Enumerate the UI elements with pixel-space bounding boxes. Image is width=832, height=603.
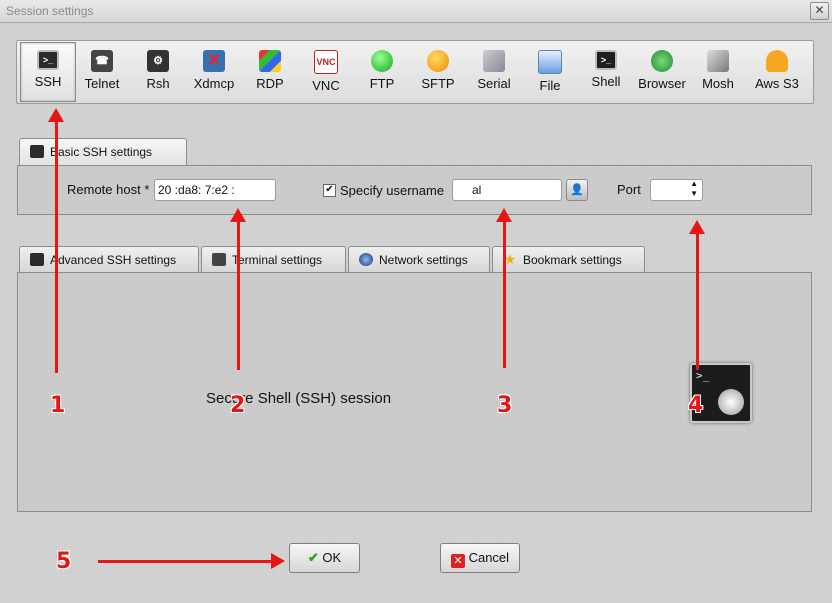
close-icon: ✕ bbox=[814, 3, 825, 17]
browser-icon bbox=[651, 50, 673, 72]
basic-settings-panel: Remote host * 20 :da8: 7:e2 : ✔ Specify … bbox=[17, 165, 812, 215]
aws-s3-icon bbox=[766, 50, 788, 72]
spinner-arrows-icon[interactable]: ▲ ▼ bbox=[690, 179, 698, 199]
remote-host-input[interactable]: 20 :da8: 7:e2 : bbox=[154, 179, 276, 201]
tab-label: Network settings bbox=[379, 253, 468, 267]
username-value: al bbox=[472, 183, 482, 197]
ok-label: OK bbox=[322, 550, 342, 565]
close-button[interactable]: ✕ bbox=[810, 2, 829, 20]
cancel-label: Cancel bbox=[468, 550, 510, 565]
cancel-button[interactable]: ✕ Cancel bbox=[440, 543, 520, 573]
session-type-label: Shell bbox=[591, 74, 621, 89]
tab-network-settings[interactable]: Network settings bbox=[348, 246, 490, 272]
port-label: Port bbox=[617, 182, 641, 197]
session-type-label: VNC bbox=[312, 78, 340, 93]
ok-button[interactable]: ✔ OK bbox=[289, 543, 360, 573]
ssh-terminal-icon bbox=[30, 145, 44, 158]
tab-advanced-ssh-settings[interactable]: Advanced SSH settings bbox=[19, 246, 199, 272]
session-type-label: Telnet bbox=[84, 76, 120, 91]
rsh-icon: ⚙ bbox=[147, 50, 169, 72]
ssh-terminal-icon: >_ bbox=[37, 50, 59, 70]
annotation-number-2: 2 bbox=[230, 393, 246, 418]
keys-icon bbox=[718, 389, 744, 415]
session-type-label: File bbox=[539, 78, 561, 93]
session-type-label: SSH bbox=[34, 74, 62, 89]
tab-label: Terminal settings bbox=[232, 253, 323, 267]
arrowhead-right-icon bbox=[271, 553, 285, 569]
annotation-arrow-4 bbox=[696, 230, 699, 370]
session-type-shell[interactable]: >_ Shell bbox=[579, 43, 633, 101]
session-type-label: RDP bbox=[256, 76, 284, 91]
annotation-arrow-5 bbox=[98, 560, 273, 563]
arrowhead-up-icon bbox=[48, 108, 64, 122]
tab-bookmark-settings[interactable]: ★ Bookmark settings bbox=[492, 246, 645, 272]
file-icon bbox=[538, 50, 562, 74]
annotation-number-3: 3 bbox=[497, 393, 513, 418]
session-type-vnc[interactable]: VNC VNC bbox=[299, 43, 353, 101]
session-type-rdp[interactable]: RDP bbox=[243, 43, 297, 101]
session-type-ftp[interactable]: FTP bbox=[355, 43, 409, 101]
annotation-arrow-3 bbox=[503, 218, 506, 368]
user-manager-button[interactable]: 👤 bbox=[566, 179, 588, 201]
annotation-number-4: 4 bbox=[688, 393, 704, 418]
terminal-prompt: >_ bbox=[696, 369, 710, 382]
session-type-label: Serial bbox=[477, 76, 511, 91]
session-type-label: Rsh bbox=[146, 76, 170, 91]
arrowhead-up-icon bbox=[230, 208, 246, 222]
user-icon: 👤 bbox=[570, 184, 584, 196]
remote-host-value: 20 :da8: 7:e2 : bbox=[158, 183, 235, 197]
username-input[interactable]: al bbox=[452, 179, 562, 201]
shell-icon: >_ bbox=[595, 50, 617, 70]
session-type-toolbar: >_ SSH ☎ Telnet ⚙ Rsh ✕ Xdmcp RDP VNC VN… bbox=[16, 40, 814, 104]
title-bar: Session settings ✕ bbox=[0, 0, 832, 23]
session-type-label: Aws S3 bbox=[755, 76, 799, 91]
session-type-label: SFTP bbox=[421, 76, 455, 91]
rdp-icon bbox=[259, 50, 281, 72]
session-type-browser[interactable]: Browser bbox=[635, 43, 689, 101]
vnc-icon: VNC bbox=[314, 50, 338, 74]
sftp-icon bbox=[427, 50, 449, 72]
network-globe-icon bbox=[359, 253, 373, 266]
arrowhead-up-icon bbox=[496, 208, 512, 222]
advanced-settings-panel: Secure Shell (SSH) session >_ bbox=[17, 272, 812, 512]
checkmark-icon: ✔ bbox=[307, 550, 319, 565]
arrowhead-up-icon bbox=[689, 220, 705, 234]
session-type-label: Browser bbox=[638, 76, 686, 91]
window-title: Session settings bbox=[6, 4, 94, 18]
mosh-icon bbox=[707, 50, 729, 72]
session-type-xdmcp[interactable]: ✕ Xdmcp bbox=[187, 43, 241, 101]
specify-username-label: Specify username bbox=[340, 183, 445, 198]
telnet-icon: ☎ bbox=[91, 50, 113, 72]
session-type-rsh[interactable]: ⚙ Rsh bbox=[131, 43, 185, 101]
tab-label: Basic SSH settings bbox=[50, 145, 153, 159]
tab-basic-ssh-settings[interactable]: Basic SSH settings bbox=[19, 138, 187, 166]
ftp-globe-icon bbox=[371, 50, 393, 72]
ssh-terminal-icon bbox=[30, 253, 44, 266]
annotation-number-5: 5 bbox=[56, 549, 72, 574]
tab-terminal-settings[interactable]: Terminal settings bbox=[201, 246, 346, 272]
annotation-arrow-1 bbox=[55, 118, 58, 373]
annotation-arrow-2 bbox=[237, 218, 240, 370]
session-type-label: FTP bbox=[369, 76, 395, 91]
session-type-file[interactable]: File bbox=[523, 43, 577, 101]
tab-label: Bookmark settings bbox=[523, 253, 622, 267]
cancel-x-icon: ✕ bbox=[450, 554, 465, 568]
tab-label: Advanced SSH settings bbox=[50, 253, 177, 267]
terminal-settings-icon bbox=[212, 253, 226, 266]
xdmcp-icon: ✕ bbox=[203, 50, 225, 72]
session-type-sftp[interactable]: SFTP bbox=[411, 43, 465, 101]
serial-cable-icon bbox=[483, 50, 505, 72]
specify-username-checkbox[interactable]: ✔ bbox=[323, 184, 336, 197]
session-type-telnet[interactable]: ☎ Telnet bbox=[75, 43, 129, 101]
session-type-mosh[interactable]: Mosh bbox=[691, 43, 745, 101]
session-type-ssh[interactable]: >_ SSH bbox=[20, 42, 76, 102]
port-spinner[interactable]: ▲ ▼ bbox=[650, 179, 703, 201]
session-type-aws-s3[interactable]: Aws S3 bbox=[747, 43, 807, 101]
annotation-number-1: 1 bbox=[50, 393, 66, 418]
session-type-serial[interactable]: Serial bbox=[467, 43, 521, 101]
session-type-label: Mosh bbox=[702, 76, 734, 91]
session-type-label: Xdmcp bbox=[193, 76, 235, 91]
remote-host-label: Remote host * bbox=[67, 182, 150, 197]
